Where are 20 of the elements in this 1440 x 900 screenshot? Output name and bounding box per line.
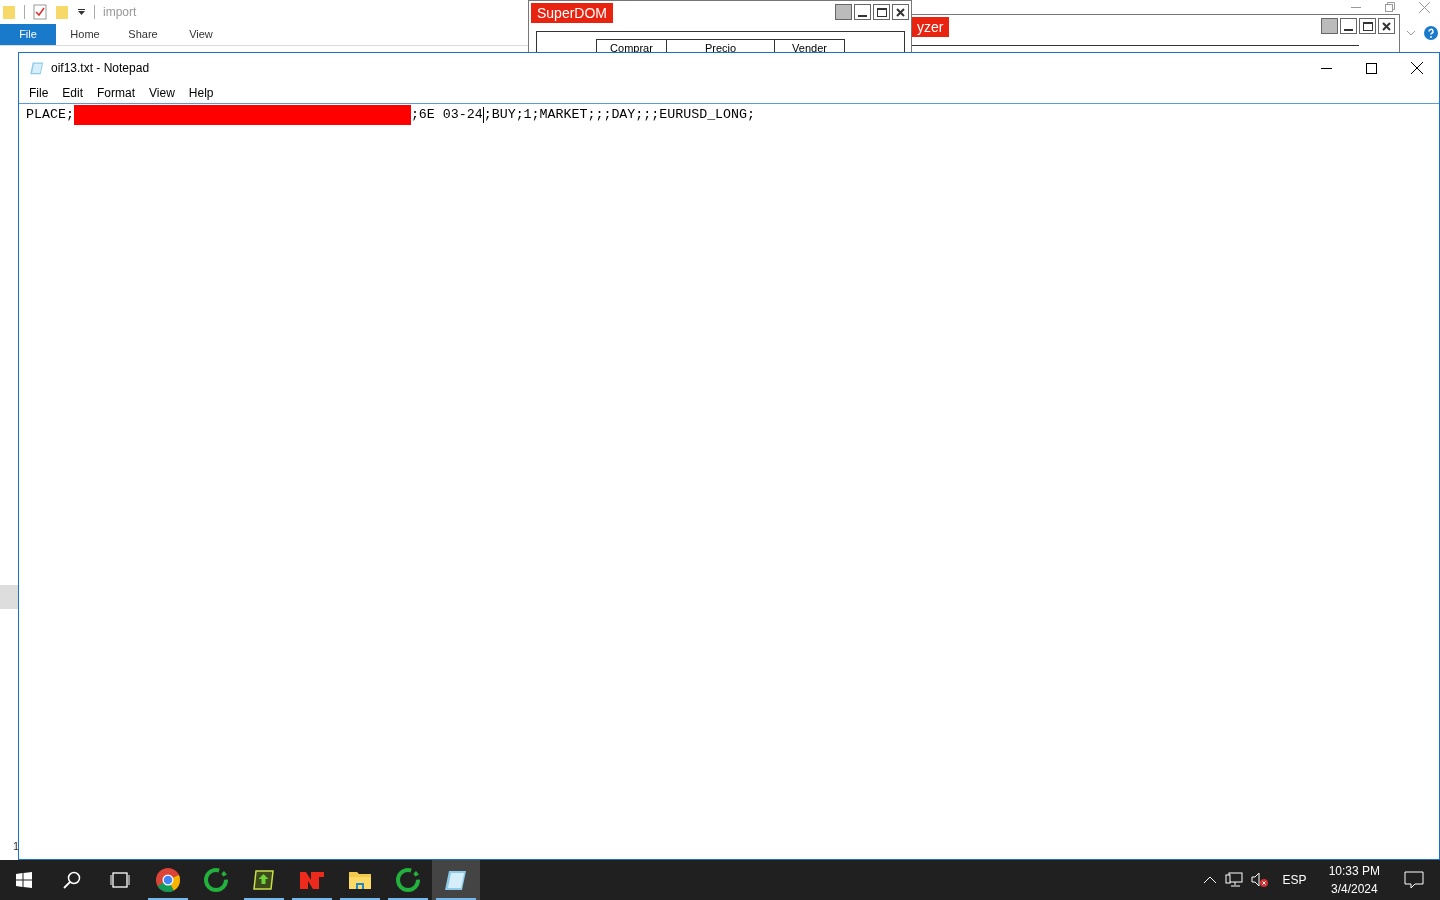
edge-text: 1 [13,840,20,852]
menu-item[interactable]: View [142,86,182,100]
ribbon-tab[interactable]: File [0,24,56,45]
text-line: PLACE; [26,107,74,122]
ribbon-tab[interactable]: Share [114,24,172,45]
language-indicator[interactable]: ESP [1276,873,1313,887]
text-line: ;BUY;1;MARKET;;;DAY;;;EURUSD_LONG; [483,107,756,122]
menu-item[interactable]: Help [181,86,221,100]
window-title: import [103,5,137,19]
menu-item[interactable]: Format [90,86,143,100]
clock-date[interactable]: 3/4/2024 [1330,880,1378,898]
menu-item[interactable]: Edit [55,86,91,100]
window-title: yzer [911,17,950,37]
window-title: SuperDOM [531,3,614,23]
window-title: oif13.txt - Notepad [51,61,151,75]
ribbon-tab[interactable]: Home [56,24,114,45]
ribbon-tab[interactable]: View [172,24,230,45]
clock-time[interactable]: 10:33 PM [1328,862,1380,880]
text-line: ;6E 03-24 [410,107,483,122]
menu-item[interactable]: File [22,86,56,100]
